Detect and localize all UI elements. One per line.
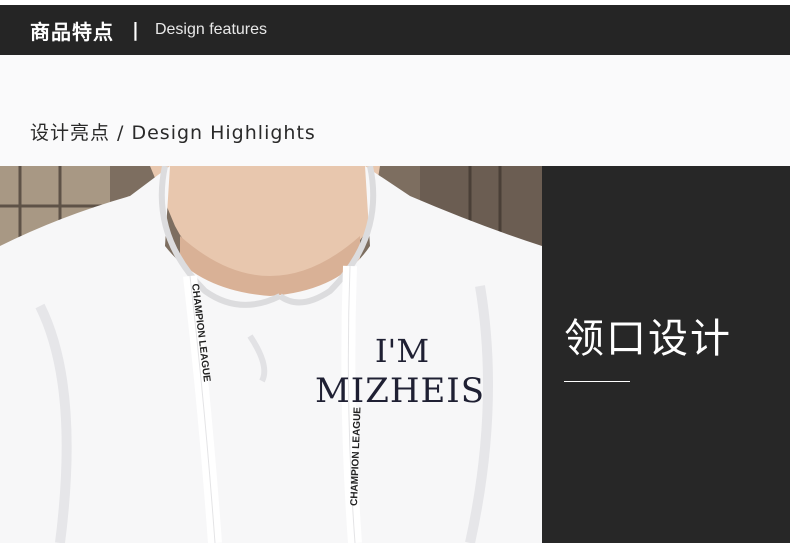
header-separator: | [132, 19, 139, 41]
highlight-band: 设计亮点 / Design Highlights [0, 55, 790, 166]
header-title: 商品特点 [30, 19, 114, 44]
header-subtitle: Design features [154, 21, 268, 38]
section-title: 设计亮点 / Design Highlights [30, 122, 316, 144]
side-panel: 领口设计 [542, 166, 790, 543]
product-photo: CHAMPION LEAGUE CHAMPION LEAGUE I'M MIZH… [0, 166, 542, 543]
bottom-gap [0, 543, 790, 549]
shirt-print-line2: MIZHEIS [315, 371, 485, 411]
header-bar: 商品特点 | Design features [0, 5, 790, 55]
hoodie-illustration: CHAMPION LEAGUE CHAMPION LEAGUE I'M MIZH… [0, 166, 542, 543]
panel-title: 领口设计 [564, 316, 732, 362]
shirt-print-line1: I'M [375, 332, 429, 370]
panel-divider [564, 381, 630, 382]
